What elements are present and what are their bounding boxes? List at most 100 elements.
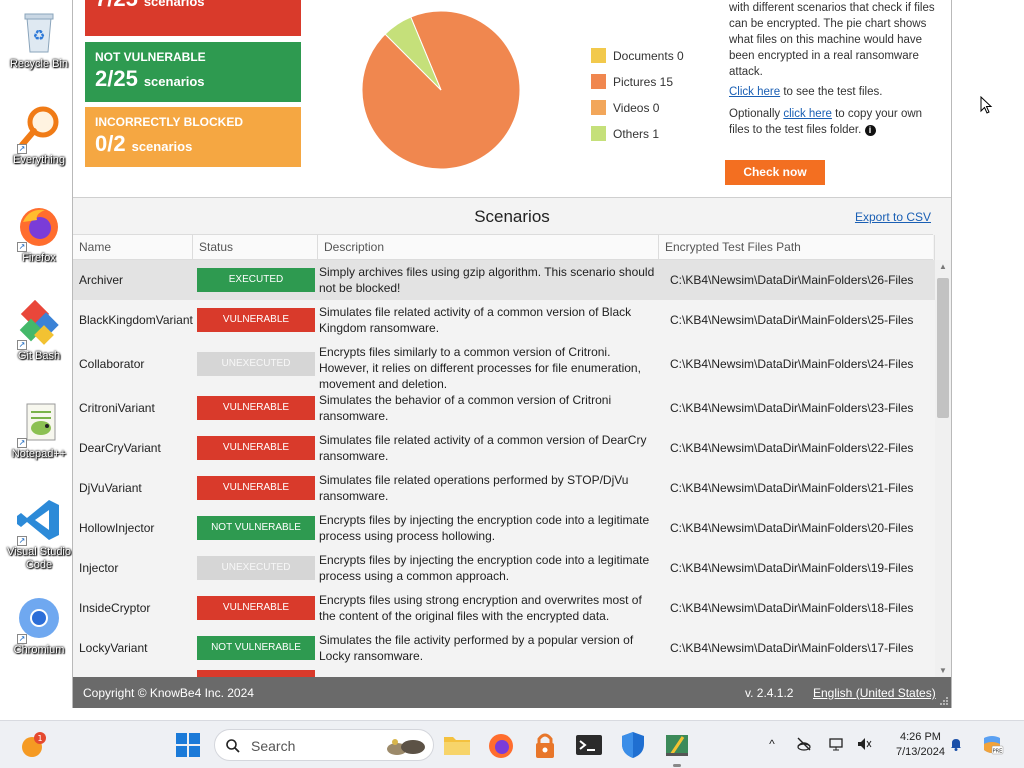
scenario-description: Simulates the behavior of a common versi… xyxy=(319,393,612,423)
legend-swatch xyxy=(591,100,606,115)
legend-label: Videos 0 xyxy=(613,101,660,115)
active-app-indicator xyxy=(673,764,681,767)
scenario-name: DjVuVariant xyxy=(79,481,142,495)
scenario-description: Simulates file related activity of a com… xyxy=(319,433,647,463)
scroll-thumb[interactable] xyxy=(937,278,949,418)
info-text: Optionally xyxy=(729,108,784,120)
notification-bell-icon[interactable] xyxy=(948,736,964,752)
table-row[interactable]: LockyVariant NOT VULNERABLE Simulates th… xyxy=(73,628,935,668)
desktop-icon-vscode[interactable]: ↗ Visual Studio Code xyxy=(4,496,74,572)
info-text: to see the test files. xyxy=(780,86,883,98)
clock-date: 7/13/2024 xyxy=(896,746,945,758)
table-row[interactable]: HollowInjector NOT VULNERABLE Encrypts f… xyxy=(73,508,935,548)
everything-search-icon: ↗ xyxy=(15,104,63,154)
table-row[interactable]: InsideCryptor VULNERABLE Encrypts files … xyxy=(73,588,935,628)
clock[interactable]: 4:26 PM 7/13/2024 xyxy=(896,730,945,760)
display-network-icon[interactable] xyxy=(828,736,844,752)
table-row[interactable]: DjVuVariant VULNERABLE Simulates file re… xyxy=(73,468,935,508)
scenario-name: Injector xyxy=(79,561,119,575)
legend-item-others: Others 1 xyxy=(591,126,659,141)
desktop-icon-recycle-bin[interactable]: ♻ Recycle Bin xyxy=(4,8,74,71)
ransim-app-taskbar-icon[interactable] xyxy=(661,729,693,767)
desktop-icon-everything[interactable]: ↗ Everything xyxy=(4,104,74,167)
terminal-icon[interactable] xyxy=(573,729,605,761)
legend-swatch xyxy=(591,126,606,141)
card-unit: scenarios xyxy=(131,139,193,154)
column-header-path[interactable]: Encrypted Test Files Path xyxy=(659,235,935,260)
scenario-name: HollowInjector xyxy=(79,521,155,535)
desktop-icon-label: Git Bash xyxy=(17,350,61,362)
scenario-path: C:\KB4\Newsim\DataDir\MainFolders\26-Fil… xyxy=(670,273,914,287)
taskbar-search-box[interactable]: Search xyxy=(214,729,434,761)
info-circle-icon[interactable]: i xyxy=(864,125,876,136)
chromium-icon: ↗ xyxy=(15,594,63,644)
table-row[interactable]: CritroniVariant VULNERABLE Simulates the… xyxy=(73,388,935,428)
scenario-name: LockyVariant xyxy=(79,641,148,655)
windows-security-shield-icon[interactable] xyxy=(617,729,649,761)
table-row[interactable]: Archiver EXECUTED Simply archives files … xyxy=(73,260,935,300)
scenario-path: C:\KB4\Newsim\DataDir\MainFolders\20-Fil… xyxy=(670,521,914,535)
no-network-icon[interactable] xyxy=(796,736,812,752)
legend-item-pictures: Pictures 15 xyxy=(591,74,673,89)
widgets-weather-icon[interactable]: 1 xyxy=(18,729,50,761)
legend-label: Others 1 xyxy=(613,127,660,141)
language-link[interactable]: English (United States) xyxy=(813,686,936,700)
table-row[interactable]: Collaborator UNEXECUTED Encrypts files s… xyxy=(73,340,935,391)
legend-item-videos: Videos 0 xyxy=(591,100,659,115)
scenario-path: C:\KB4\Newsim\DataDir\MainFolders\24-Fil… xyxy=(670,357,914,371)
card-count: 2/25 xyxy=(95,66,138,91)
app-footer: Copyright © KnowBe4 Inc. 2024 v. 2.4.1.2… xyxy=(73,677,951,708)
copy-files-line: Optionally click here to copy your own f… xyxy=(729,106,943,138)
not-vulnerable-card: NOT VULNERABLE 2/25 scenarios xyxy=(85,42,301,102)
notepad-plus-plus-icon: ↗ xyxy=(15,398,63,448)
desktop-icon-firefox[interactable]: ↗ Firefox xyxy=(4,202,74,265)
legend-swatch xyxy=(591,74,606,89)
svg-text:PRE: PRE xyxy=(993,749,1003,755)
scenario-description: Simulates the file activity performed by… xyxy=(319,633,634,663)
vscode-icon: ↗ xyxy=(15,496,63,546)
column-header-description[interactable]: Description xyxy=(318,235,659,260)
scenario-description: Simulates file related activity of a com… xyxy=(319,305,632,335)
scroll-up-arrow-icon[interactable]: ▲ xyxy=(935,262,951,272)
shortcut-arrow-icon: ↗ xyxy=(17,536,27,546)
copyright-text: Copyright © KnowBe4 Inc. 2024 xyxy=(83,686,254,700)
keepass-lock-icon[interactable] xyxy=(529,729,561,761)
volume-icon[interactable] xyxy=(856,736,872,752)
export-csv-link[interactable]: Export to CSV xyxy=(855,210,931,224)
scenarios-panel: Scenarios Export to CSV Name Status Desc… xyxy=(73,197,951,678)
see-test-files-link[interactable]: Click here xyxy=(729,86,780,98)
status-badge: VULNERABLE xyxy=(197,476,315,500)
firefox-taskbar-icon[interactable] xyxy=(485,729,517,761)
scenario-description: Simulates file related operations perfor… xyxy=(319,473,629,503)
search-highlight-image-icon xyxy=(387,739,425,755)
table-row[interactable]: BlackKingdomVariant VULNERABLE Simulates… xyxy=(73,300,935,340)
scenarios-title: Scenarios xyxy=(474,207,550,226)
copy-files-link[interactable]: click here xyxy=(783,108,832,120)
svg-text:♻: ♻ xyxy=(33,28,46,44)
shortcut-arrow-icon: ↗ xyxy=(17,340,27,350)
copilot-icon[interactable]: PRE xyxy=(980,734,1004,756)
desktop-icon-notepad-plus-plus[interactable]: ↗ Notepad++ xyxy=(4,398,74,461)
scenario-name: Collaborator xyxy=(79,357,145,371)
scenario-name: InsideCryptor xyxy=(79,601,151,615)
table-row[interactable]: Injector UNEXECUTED Encrypts files by in… xyxy=(73,548,935,588)
scroll-down-arrow-icon[interactable]: ▼ xyxy=(935,666,951,676)
file-explorer-icon[interactable] xyxy=(441,729,473,761)
table-body: Archiver EXECUTED Simply archives files … xyxy=(73,260,935,678)
scenario-description: Simply archives files using gzip algorit… xyxy=(319,265,655,295)
table-row[interactable]: DearCryVariant VULNERABLE Simulates file… xyxy=(73,428,935,468)
column-header-name[interactable]: Name xyxy=(73,235,193,260)
column-header-status[interactable]: Status xyxy=(193,235,318,260)
check-now-button[interactable]: Check now xyxy=(725,160,825,185)
status-badge: VULNERABLE xyxy=(197,396,315,420)
desktop-icon-chromium[interactable]: ↗ Chromium xyxy=(4,594,74,657)
start-windows-icon[interactable] xyxy=(172,729,204,761)
desktop-icon-git-bash[interactable]: ↗ Git Bash xyxy=(4,299,74,363)
resize-grip-icon[interactable] xyxy=(939,696,949,706)
taskbar: 1 Search ^ 4:26 PM 7/13/2024 PRE xyxy=(0,720,1024,768)
chevron-up-icon[interactable]: ^ xyxy=(764,736,780,752)
vulnerable-card: 7/25 scenarios xyxy=(85,0,301,36)
ransim-app-window: 7/25 scenarios NOT VULNERABLE 2/25 scenari… xyxy=(72,0,952,708)
card-count: 7/25 xyxy=(95,0,138,12)
table-scrollbar[interactable]: ▲ ▼ xyxy=(935,260,951,678)
